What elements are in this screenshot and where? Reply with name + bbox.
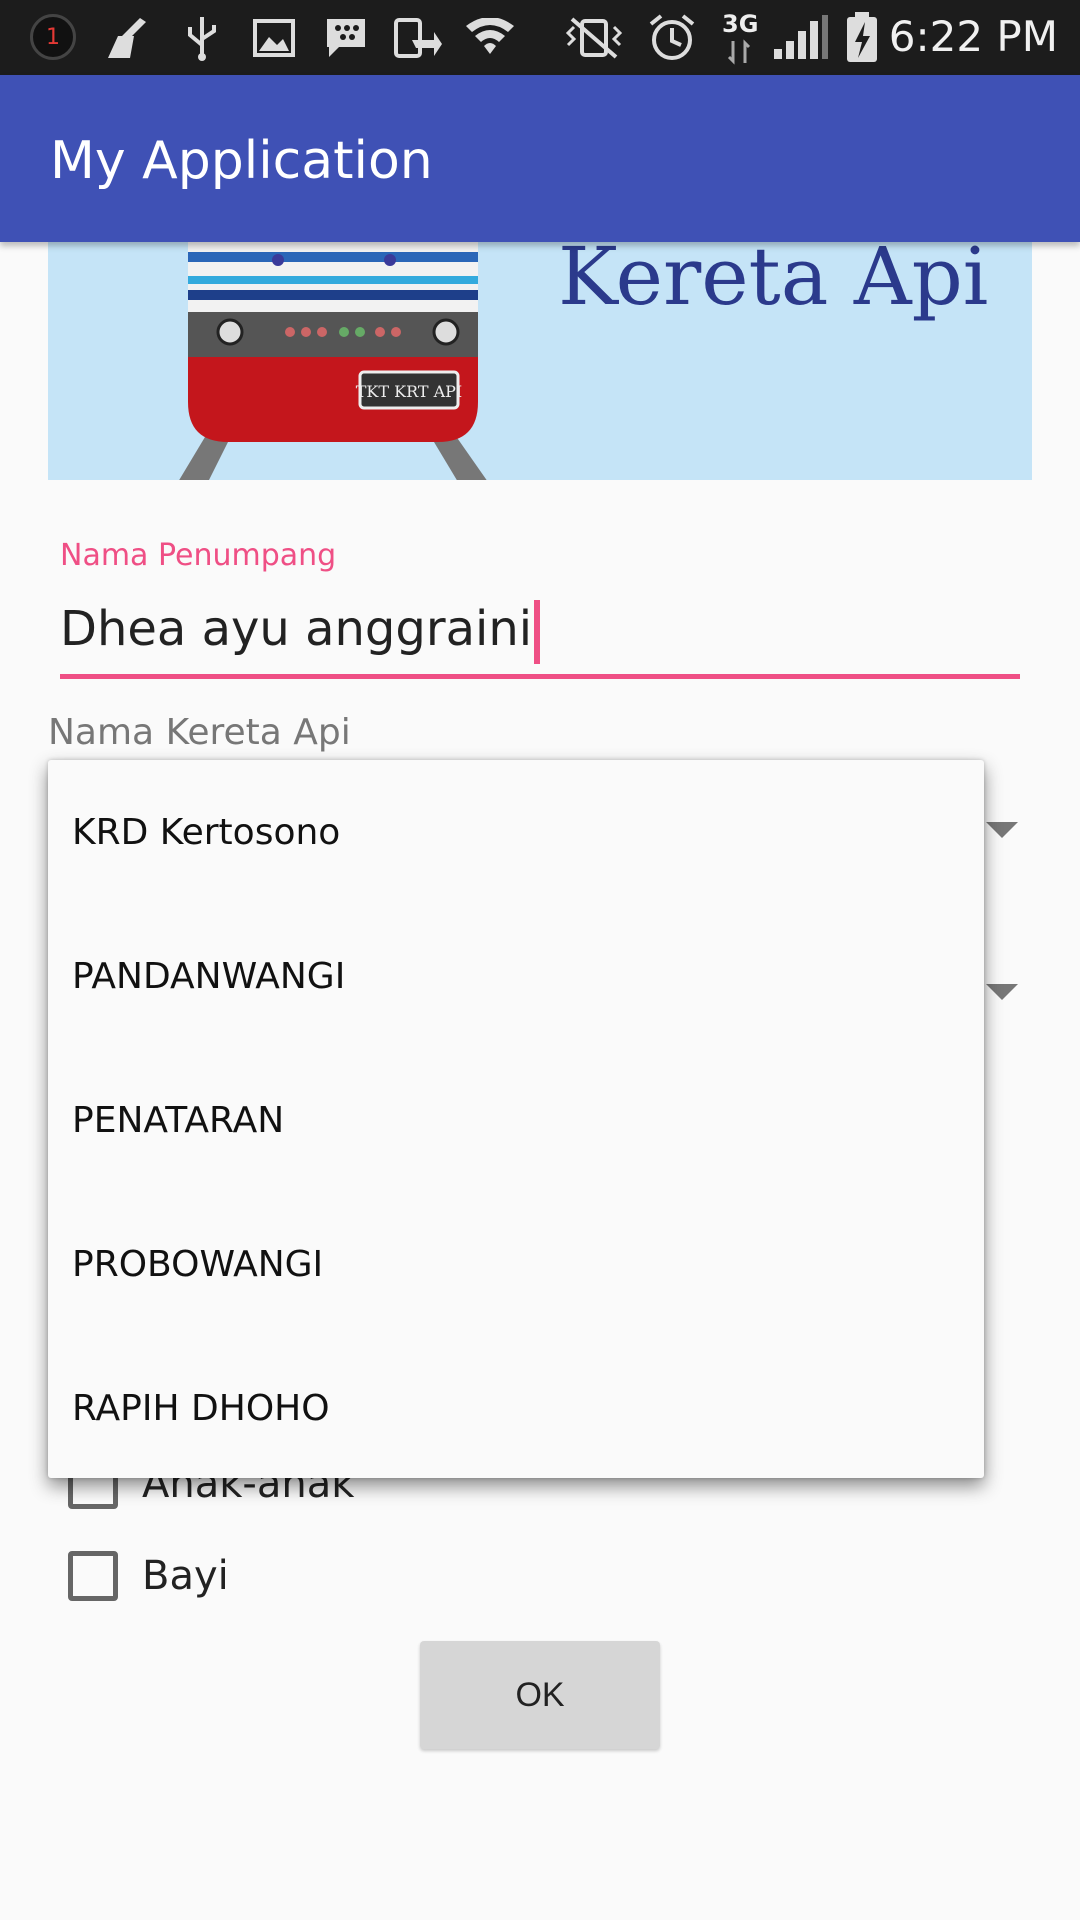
battery-charging-icon [842, 12, 882, 62]
network-type-label: 3G [722, 10, 759, 38]
spinner-arrow-icon[interactable] [986, 984, 1018, 1000]
passenger-name-value: Dhea ayu anggraini [60, 601, 533, 657]
checkbox[interactable] [68, 1551, 118, 1601]
vibrate-off-icon [562, 14, 626, 62]
dropdown-option[interactable]: KRD Kertosono [48, 760, 984, 904]
input-underline [60, 674, 1020, 679]
wifi-icon [462, 14, 518, 62]
train-illustration: TKT KRT API [179, 242, 487, 480]
checkbox-row-baby[interactable]: Bayi [68, 1548, 229, 1604]
banner-title: Kereta Api [558, 242, 989, 323]
app-title: My Application [50, 131, 433, 191]
usb-icon [180, 14, 224, 62]
ticket-label: TKT KRT API [356, 382, 463, 401]
text-cursor [534, 600, 541, 664]
alarm-icon [644, 14, 700, 62]
image-icon [250, 14, 298, 62]
notification-badge: 1 [30, 14, 76, 60]
status-bar: 1 3G 6:22 PM [0, 0, 1080, 75]
share-icon [390, 14, 446, 62]
data-arrows-icon [724, 38, 754, 66]
dropdown-option[interactable]: PENATARAN [48, 1048, 984, 1192]
dropdown-option[interactable]: PROBOWANGI [48, 1192, 984, 1336]
ok-button[interactable]: OK [420, 1641, 660, 1749]
cleaner-icon [102, 14, 158, 62]
passenger-name-input[interactable]: Dhea ayu anggraini [60, 600, 541, 664]
spinner-arrow-icon[interactable] [986, 822, 1018, 838]
checkbox-label: Bayi [142, 1553, 229, 1599]
app-bar: My Application [0, 75, 1080, 242]
signal-icon [770, 14, 830, 62]
passenger-name-label: Nama Penumpang [60, 538, 337, 573]
banner-image: Kereta Api TKT KRT API [48, 242, 1032, 480]
status-time: 6:22 PM [888, 12, 1058, 61]
bbm-icon [320, 14, 372, 62]
dropdown-option[interactable]: RAPIH DHOHO [48, 1336, 984, 1480]
train-dropdown-popup: KRD Kertosono PANDANWANGI PENATARAN PROB… [48, 760, 984, 1478]
dropdown-option[interactable]: PANDANWANGI [48, 904, 984, 1048]
train-name-label: Nama Kereta Api [48, 712, 351, 753]
